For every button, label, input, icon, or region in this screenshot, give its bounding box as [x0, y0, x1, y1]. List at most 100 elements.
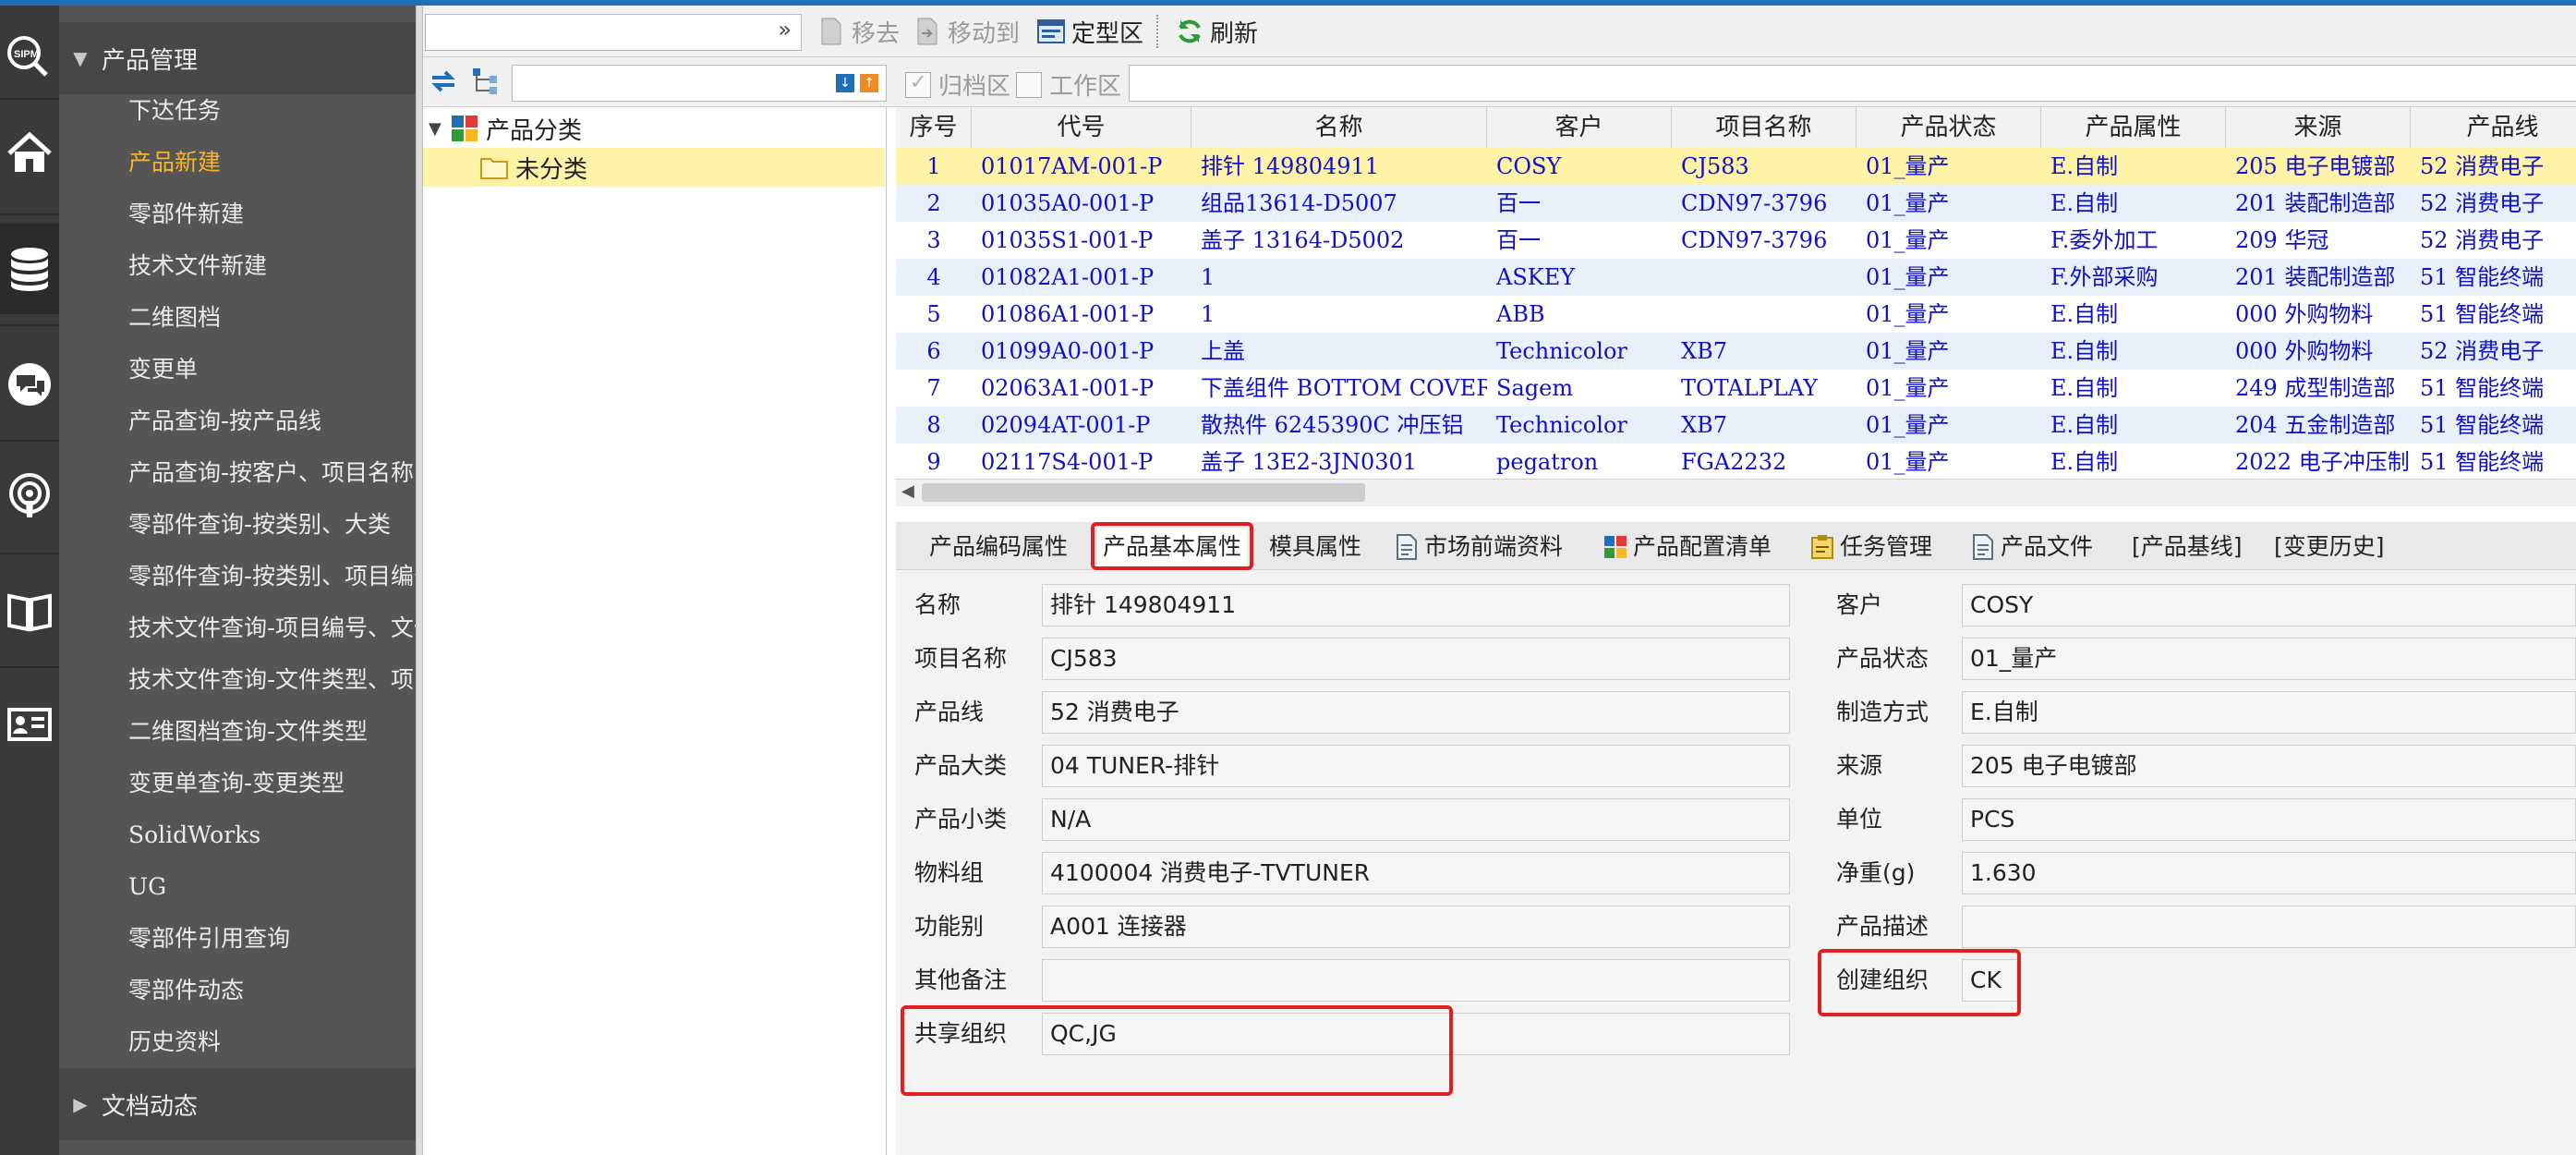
unit-field[interactable]: PCS: [1962, 798, 2576, 841]
nav-item-active[interactable]: 产品新建: [128, 137, 416, 188]
nav-item[interactable]: 变更单查询-变更类型: [128, 758, 416, 809]
archive-checkbox[interactable]: ✓ 归档区: [905, 67, 1010, 102]
net-weight-field[interactable]: 1.630: [1962, 852, 2576, 894]
tab-change-history[interactable]: [变更历史]: [2274, 528, 2385, 566]
field-label: 产品大类: [914, 752, 1008, 779]
table-row[interactable]: 6 01099A0-001-P 上盖 Technicolor XB7 01_量产 E.自制 0…: [896, 333, 2576, 370]
table-row[interactable]: 2 01035A0-001-P 组品13614-D5007 百一 CDN97-3796 0…: [896, 185, 2576, 222]
type-area-button[interactable]: 定型区: [1036, 15, 1143, 48]
scroll-left-icon[interactable]: ◀: [901, 481, 914, 501]
tab-market-data[interactable]: 市场前端资料: [1395, 528, 1563, 566]
column-header[interactable]: 产品线: [2411, 107, 2576, 148]
table-cell: 01_量产: [1866, 338, 1950, 364]
nav-item[interactable]: 产品查询-按客户、项目名称: [128, 447, 416, 499]
panel-splitter[interactable]: [416, 6, 423, 1155]
podcast-icon[interactable]: [0, 456, 59, 539]
nav-group-document-dynamics[interactable]: ▶ 文档动态: [59, 1068, 416, 1140]
arrow-up-orange-icon[interactable]: ↑: [860, 74, 878, 92]
column-header[interactable]: 代号: [972, 107, 1191, 148]
table-cell: XB7: [1681, 412, 1727, 438]
nav-item[interactable]: 二维图档: [128, 292, 416, 344]
tree-node-uncategorized[interactable]: 未分类: [423, 148, 885, 187]
work-area-checkbox[interactable]: 工作区: [1016, 67, 1121, 102]
table-cell: 01035S1-001-P: [981, 227, 1154, 253]
nav-item[interactable]: SolidWorks: [128, 809, 416, 861]
nav-item[interactable]: 历史资料: [128, 1016, 416, 1068]
column-header[interactable]: 序号: [896, 107, 972, 148]
project-name-field[interactable]: CJ583: [1042, 638, 1790, 680]
sync-icon[interactable]: [429, 67, 458, 96]
move-out-button[interactable]: 移去: [816, 15, 900, 48]
nav-item[interactable]: 变更单: [128, 344, 416, 395]
nav-item[interactable]: 零部件查询-按类别、大类: [128, 499, 416, 551]
product-major-class-field[interactable]: 04 TUNER-排针: [1042, 745, 1790, 787]
arrow-down-blue-icon[interactable]: ↓: [836, 74, 854, 92]
table-cell: 52 消费电子: [2420, 338, 2545, 364]
home-icon[interactable]: [0, 112, 59, 195]
nav-item[interactable]: 产品查询-按产品线: [128, 395, 416, 447]
tab-product-config[interactable]: 产品配置清单: [1603, 528, 1772, 566]
product-description-field[interactable]: [1962, 906, 2576, 948]
chat-icon[interactable]: [0, 343, 59, 426]
id-card-icon[interactable]: [0, 683, 59, 766]
source-field[interactable]: 205 电子电镀部: [1962, 745, 2576, 787]
book-icon[interactable]: [0, 569, 59, 652]
tab-mold-attributes[interactable]: 模具属性: [1269, 528, 1361, 566]
table-row[interactable]: 5 01086A1-001-P 1 ABB 01_量产 E.自制 000 外购物料 51 智能…: [896, 296, 2576, 333]
customer-field[interactable]: COSY: [1962, 584, 2576, 626]
sipm-logo-icon[interactable]: SIPM: [0, 15, 59, 98]
database-icon[interactable]: [0, 224, 59, 314]
nav-item[interactable]: 零部件查询-按类别、项目编号: [128, 551, 416, 602]
tree-node-root[interactable]: ▼ 产品分类: [423, 109, 885, 148]
table-row[interactable]: 1 01017AM-001-P 排针 149804911 COSY CJ583 01_量产…: [896, 148, 2576, 185]
scrollbar-thumb[interactable]: [922, 483, 1365, 502]
nav-item[interactable]: UG: [128, 861, 416, 913]
table-cell: 9: [926, 449, 941, 475]
tab-task-management[interactable]: 任务管理: [1810, 528, 1932, 566]
tab-code-attributes[interactable]: 产品编码属性: [929, 528, 1068, 566]
function-type-field[interactable]: A001 连接器: [1042, 906, 1790, 948]
nav-item[interactable]: 技术文件查询-文件类型、项目: [128, 654, 416, 706]
tab-product-files[interactable]: 产品文件: [1971, 528, 2093, 566]
table-cell: E.自制: [2050, 153, 2119, 179]
move-to-button[interactable]: 移动到: [913, 15, 1020, 48]
refresh-button[interactable]: 刷新: [1175, 15, 1258, 48]
column-header[interactable]: 产品属性: [2041, 107, 2226, 148]
nav-item[interactable]: 零部件动态: [128, 965, 416, 1016]
name-field[interactable]: 排针 149804911: [1042, 584, 1790, 626]
product-line-field[interactable]: 52 消费电子: [1042, 691, 1790, 734]
grid-filter-input[interactable]: [1129, 65, 2576, 102]
product-minor-class-field[interactable]: N/A: [1042, 798, 1790, 841]
category-combo[interactable]: »: [425, 14, 802, 51]
column-header[interactable]: 产品状态: [1856, 107, 2041, 148]
tree-structure-icon[interactable]: [471, 67, 501, 96]
toolbar-filter: ↓ ↑ ✓ 归档区 工作区: [423, 57, 2576, 107]
column-header[interactable]: 客户: [1487, 107, 1672, 148]
table-cell: 209 华冠: [2235, 227, 2329, 253]
material-group-field[interactable]: 4100004 消费电子-TVTUNER: [1042, 852, 1790, 894]
table-cell: pegatron: [1496, 449, 1599, 475]
nav-item[interactable]: 下达任务: [128, 85, 416, 137]
column-header[interactable]: 项目名称: [1672, 107, 1856, 148]
table-row[interactable]: 9 02117S4-001-P 盖子 13E2-3JN0301 pegatron FGA…: [896, 444, 2576, 480]
nav-item[interactable]: 技术文件新建: [128, 240, 416, 292]
nav-item[interactable]: 零部件新建: [128, 188, 416, 240]
table-row[interactable]: 4 01082A1-001-P 1 ASKEY 01_量产 F.外部采购 201 装配制造部…: [896, 259, 2576, 296]
nav-group-product-management[interactable]: ▼ 产品管理: [59, 22, 416, 94]
tab-product-baseline[interactable]: [产品基线]: [2132, 528, 2243, 566]
nav-item[interactable]: 二维图档查询-文件类型: [128, 706, 416, 758]
nav-item[interactable]: 技术文件查询-项目编号、文件: [128, 602, 416, 654]
table-row[interactable]: 8 02094AT-001-P 散热件 6245390C 冲压铝 Technicolo…: [896, 407, 2576, 444]
column-header[interactable]: 名称: [1191, 107, 1487, 148]
manufacture-method-field[interactable]: E.自制: [1962, 691, 2576, 734]
grid-horizontal-scrollbar[interactable]: ◀: [896, 479, 2576, 506]
collapse-triangle-icon[interactable]: ▼: [429, 119, 447, 139]
field-label: 名称: [914, 591, 961, 618]
nav-item[interactable]: 零部件引用查询: [128, 913, 416, 965]
table-row[interactable]: 7 02063A1-001-P 下盖组件 BOTTOM COVER... Sagem T…: [896, 370, 2576, 407]
other-notes-field[interactable]: [1042, 959, 1790, 1002]
tree-search-input[interactable]: ↓ ↑: [512, 65, 887, 102]
product-status-field[interactable]: 01_量产: [1962, 638, 2576, 680]
table-row[interactable]: 3 01035S1-001-P 盖子 13164-D5002 百一 CDN97-3796…: [896, 222, 2576, 259]
column-header[interactable]: 来源: [2226, 107, 2411, 148]
